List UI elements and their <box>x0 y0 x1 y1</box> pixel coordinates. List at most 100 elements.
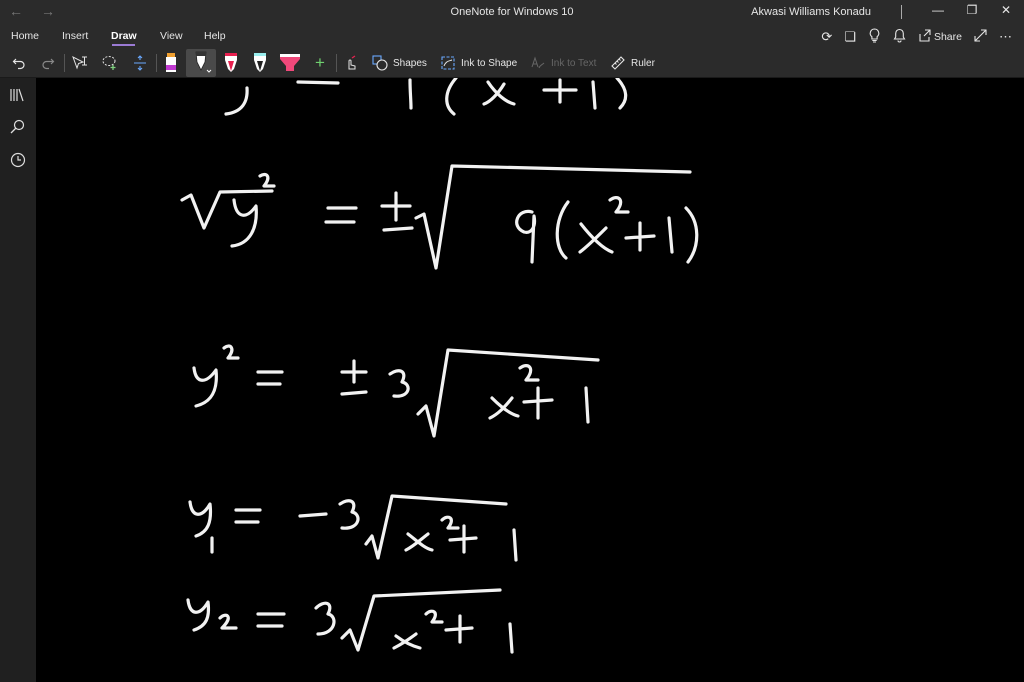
ruler-label: Ruler <box>631 57 655 69</box>
ink-to-shape-button[interactable]: Ink to Shape <box>440 52 517 74</box>
highlighter-pink-icon[interactable] <box>278 52 302 74</box>
ink-stroke <box>482 80 516 106</box>
notebooks-icon[interactable]: ❏ <box>844 29 856 45</box>
ink-stroke <box>591 80 597 110</box>
ink-stroke <box>488 396 520 420</box>
tab-insert[interactable]: Insert <box>62 30 88 42</box>
handwritten-ink <box>180 78 699 654</box>
touch-draw-icon[interactable] <box>341 52 361 74</box>
ink-stroke <box>256 370 284 386</box>
ink-stroke <box>445 78 458 116</box>
ink-stroke <box>515 209 537 264</box>
ink-stroke <box>508 622 514 654</box>
undo-icon[interactable] <box>9 52 29 74</box>
ink-stroke <box>512 528 518 562</box>
navigation-sidebar <box>0 78 36 682</box>
bell-icon[interactable] <box>893 28 906 47</box>
tab-view[interactable]: View <box>160 30 183 42</box>
ink-stroke <box>555 200 570 260</box>
ink-stroke <box>414 164 692 270</box>
toolbar-divider <box>156 54 157 72</box>
ink-stroke <box>684 206 699 264</box>
ink-stroke <box>222 344 240 360</box>
share-button[interactable]: Share <box>934 31 962 43</box>
ink-stroke <box>298 512 328 518</box>
toolbar-divider <box>336 54 337 72</box>
ink-stroke <box>392 632 422 650</box>
ink-stroke <box>404 532 434 552</box>
ink-stroke <box>444 614 474 644</box>
shapes-button[interactable]: Shapes <box>372 52 427 74</box>
ink-to-text-label: Ink to Text <box>551 57 597 69</box>
ink-to-shape-label: Ink to Shape <box>461 57 518 69</box>
ink-stroke <box>338 499 360 530</box>
sync-icon[interactable]: ⟳ <box>821 29 832 45</box>
ink-stroke <box>615 78 628 110</box>
ink-stroke <box>192 366 218 408</box>
ink-stroke <box>364 494 508 560</box>
pen-red-icon[interactable] <box>222 52 240 74</box>
ink-stroke <box>440 515 460 530</box>
ink-stroke <box>188 500 213 538</box>
ink-stroke <box>340 588 502 652</box>
pen-white-selected-icon[interactable] <box>186 49 216 77</box>
tab-home[interactable]: Home <box>11 30 39 42</box>
active-tab-indicator <box>112 44 135 46</box>
notebooks-library-icon[interactable] <box>8 86 28 106</box>
redo-icon[interactable] <box>38 52 58 74</box>
ink-stroke <box>624 221 656 252</box>
add-pen-icon[interactable]: + <box>311 52 329 74</box>
ink-stroke <box>408 78 413 110</box>
toolbar-divider <box>64 54 65 72</box>
ink-stroke <box>584 386 590 424</box>
ink-to-text-button[interactable]: Ink to Text <box>530 52 596 74</box>
ink-stroke <box>667 216 674 254</box>
ink-stroke <box>424 609 444 624</box>
title-separator <box>901 5 902 19</box>
share-icon[interactable] <box>918 28 931 46</box>
ink-stroke <box>186 598 211 632</box>
ink-stroke <box>224 86 249 116</box>
ruler-button[interactable]: Ruler <box>610 52 655 74</box>
ink-stroke <box>542 78 578 104</box>
ink-stroke <box>218 613 238 630</box>
more-options-icon[interactable]: ⋯ <box>999 29 1012 45</box>
tab-help[interactable]: Help <box>204 30 226 42</box>
fullscreen-icon[interactable] <box>974 28 987 46</box>
user-name[interactable]: Akwasi Williams Konadu <box>751 6 871 18</box>
ink-stroke <box>380 191 414 232</box>
ink-stroke <box>258 172 276 188</box>
ink-stroke <box>608 196 630 214</box>
recent-clock-icon[interactable] <box>8 151 28 171</box>
ink-stroke <box>518 364 540 382</box>
type-select-icon[interactable] <box>70 52 90 74</box>
ink-stroke <box>578 222 614 254</box>
ink-stroke <box>388 369 410 398</box>
shapes-label: Shapes <box>393 57 427 69</box>
lasso-select-icon[interactable] <box>100 52 120 74</box>
tab-draw[interactable]: Draw <box>111 30 137 42</box>
lightbulb-icon[interactable] <box>868 27 881 47</box>
ink-stroke <box>180 189 274 230</box>
ink-stroke <box>522 386 554 420</box>
ink-stroke <box>256 612 286 628</box>
draw-toolbar: + Shapes Ink to Shape Ink to Text Ruler <box>0 48 1024 78</box>
add-space-icon[interactable] <box>130 52 150 74</box>
note-canvas[interactable] <box>36 78 1024 682</box>
ink-stroke <box>314 601 336 636</box>
restore-button[interactable]: ❐ <box>961 3 983 21</box>
search-icon[interactable] <box>8 118 28 138</box>
header-actions: ⟳ ❏ Share ⋯ <box>821 27 1012 47</box>
pencil-white-icon[interactable] <box>251 52 269 74</box>
close-button[interactable]: ✕ <box>995 3 1017 21</box>
ink-stroke <box>324 206 358 224</box>
ink-stroke <box>234 508 262 524</box>
ink-stroke <box>340 359 368 396</box>
ink-stroke <box>416 348 600 438</box>
title-bar: ← → OneNote for Windows 10 Akwasi Willia… <box>0 0 1024 24</box>
ink-stroke <box>296 80 340 85</box>
ink-stroke <box>448 524 478 554</box>
pen-purple-icon[interactable] <box>162 52 180 74</box>
minimize-button[interactable]: — <box>927 3 949 21</box>
ink-stroke <box>230 198 258 248</box>
